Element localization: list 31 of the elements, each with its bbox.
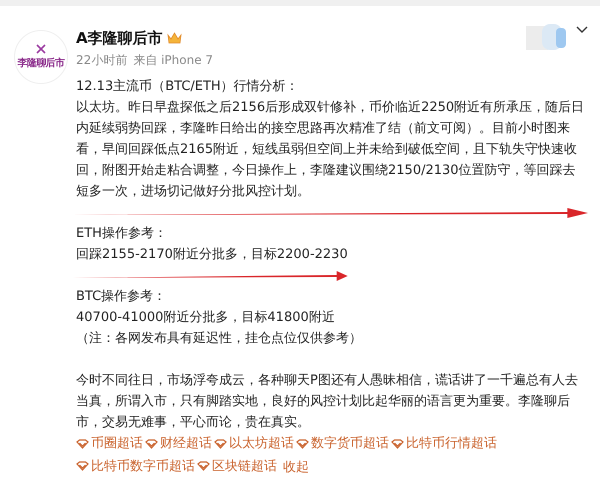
avatar-label: 李隆聊后市	[17, 56, 64, 70]
topic-link[interactable]: 比特币行情超话	[391, 433, 497, 454]
logo-icon	[36, 44, 46, 54]
topic-link[interactable]: 财经超话	[145, 433, 212, 454]
diamond-icon	[391, 438, 404, 448]
chevron-down-icon[interactable]	[576, 26, 588, 34]
diamond-icon	[76, 461, 89, 471]
post-source: 来自 iPhone 7	[133, 52, 214, 68]
avatar[interactable]: 李隆聊后市	[14, 30, 68, 84]
topic-link[interactable]: 数字货币超话	[296, 433, 389, 454]
post-text: 回踩2155-2170附近分批多，目标2200-2230	[76, 246, 348, 264]
topic-link[interactable]: 区块链超话	[197, 456, 277, 476]
collapse-link[interactable]: 收起	[283, 457, 310, 478]
post-text: 以太坊。昨日早盘探低之后2156后形成双针修补，币价临近2250附近有所承压，随后日内延续弱势回踩，李隆昨日给出的接空思路再次精准了结（前文可阅）。目前小时图来看，早间回踩低点2165附近，短线虽弱但空间上并未给到破低空间，且下轨失守快速收回，附图开始走粘合调整，今日操作上，李隆建议围绕2150/2130位置防守，等回踩去短多一次，进场切记做好分批风控计划。	[76, 99, 586, 201]
diamond-icon	[145, 438, 158, 448]
post-time[interactable]: 22小时前	[76, 52, 128, 68]
post-text: BTC操作参考：	[76, 288, 168, 306]
post-text: 今时不同往日，市场浮夸成云，各种聊天P图还有人愚昧相信，谎话讲了一千遍总有人去当真，所谓入市，只有脚踏实地，良好的风控计划比起华丽的语言更为重要。李隆聊后市，交易无难事，平心而论，贵在真实。	[76, 372, 579, 432]
topic-link[interactable]: 比特币数字币超话	[76, 456, 195, 476]
topic-link[interactable]: 以太坊超话	[214, 433, 294, 454]
diamond-icon	[76, 438, 89, 448]
diamond-icon	[197, 461, 210, 471]
diamond-icon	[296, 438, 309, 448]
topic-link[interactable]: 币圈超话	[76, 433, 143, 454]
post-text: 12.13主流币（BTC/ETH）行情分析：	[76, 78, 300, 96]
post-text: ETH操作参考：	[76, 225, 168, 243]
crown-icon	[166, 31, 182, 45]
diamond-icon	[214, 438, 227, 448]
post-text: 40700-41000附近分批多，目标41800附近	[76, 309, 336, 327]
author-name[interactable]: A李隆聊后市	[76, 28, 163, 48]
post-text: （注：各网发布具有延迟性，挂仓点位仅供参考）	[76, 330, 362, 348]
